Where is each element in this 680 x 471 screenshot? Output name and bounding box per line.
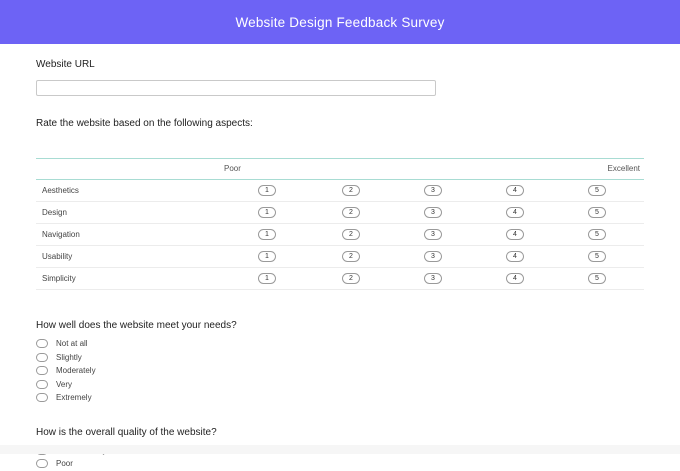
option-label: Moderately: [56, 366, 96, 376]
rating-option-3[interactable]: 3: [424, 251, 442, 262]
rating-matrix-rows: Aesthetics 1 2 3 4 5 Design 1 2 3 4 5 Navigation 1 2 3 4…: [36, 180, 644, 290]
rating-option-5[interactable]: 5: [588, 273, 606, 284]
rating-option-4[interactable]: 4: [506, 273, 524, 284]
rating-option-2[interactable]: 2: [342, 207, 360, 218]
radio-button[interactable]: [36, 339, 48, 349]
rating-matrix: Poor Excellent Aesthetics 1 2 3 4 5 Design 1 2 3 4…: [36, 158, 644, 290]
rating-option-5[interactable]: 5: [588, 229, 606, 240]
rating-option-3[interactable]: 3: [424, 229, 442, 240]
rating-row: Design 1 2 3 4 5: [36, 202, 644, 224]
needs-option[interactable]: Slightly: [36, 351, 644, 365]
rating-row: Usability 1 2 3 4 5: [36, 246, 644, 268]
radio-button[interactable]: [36, 352, 48, 362]
footer-bar: [0, 445, 680, 454]
needs-option[interactable]: Very: [36, 378, 644, 392]
rating-option-3[interactable]: 3: [424, 273, 442, 284]
rating-option-2[interactable]: 2: [342, 229, 360, 240]
quality-option[interactable]: Poor: [36, 457, 644, 471]
rating-option-2[interactable]: 2: [342, 273, 360, 284]
rating-prompt: Rate the website based on the following …: [36, 118, 253, 129]
rating-row: Navigation 1 2 3 4 5: [36, 224, 644, 246]
scale-high-label: Excellent: [607, 164, 640, 173]
rating-option-5[interactable]: 5: [588, 207, 606, 218]
radio-button[interactable]: [36, 459, 48, 469]
option-label: Extremely: [56, 393, 92, 403]
option-label: Not at all: [56, 339, 88, 349]
rating-option-2[interactable]: 2: [342, 251, 360, 262]
rating-row: Aesthetics 1 2 3 4 5: [36, 180, 644, 202]
survey-title: Website Design Feedback Survey: [235, 14, 445, 30]
rating-option-1[interactable]: 1: [258, 251, 276, 262]
needs-options: Not at all Slightly Moderately Very Extremel…: [36, 337, 644, 405]
radio-button[interactable]: [36, 366, 48, 376]
rating-row-label: Navigation: [42, 230, 80, 239]
scale-low-label: Poor: [224, 164, 241, 173]
needs-option[interactable]: Extremely: [36, 391, 644, 405]
survey-form: Website URL Rate the website based on th…: [0, 59, 680, 471]
needs-option[interactable]: Not at all: [36, 337, 644, 351]
rating-row: Simplicity 1 2 3 4 5: [36, 268, 644, 290]
needs-option[interactable]: Moderately: [36, 364, 644, 378]
option-label: Slightly: [56, 352, 82, 362]
rating-option-4[interactable]: 4: [506, 185, 524, 196]
quality-question: How is the overall quality of the websit…: [36, 426, 217, 438]
rating-option-5[interactable]: 5: [588, 185, 606, 196]
rating-option-5[interactable]: 5: [588, 251, 606, 262]
rating-option-4[interactable]: 4: [506, 207, 524, 218]
rating-row-label: Usability: [42, 252, 73, 261]
rating-option-1[interactable]: 1: [258, 185, 276, 196]
option-label: Poor: [56, 459, 73, 469]
rating-option-1[interactable]: 1: [258, 273, 276, 284]
needs-question: How well does the website meet your need…: [36, 320, 237, 331]
rating-option-4[interactable]: 4: [506, 251, 524, 262]
website-url-input[interactable]: [36, 80, 436, 96]
rating-row-label: Aesthetics: [42, 186, 79, 195]
rating-matrix-header: Poor Excellent: [36, 159, 644, 180]
radio-button[interactable]: [36, 379, 48, 389]
rating-option-1[interactable]: 1: [258, 207, 276, 218]
survey-header: Website Design Feedback Survey: [0, 0, 680, 44]
rating-row-label: Design: [42, 208, 67, 217]
rating-row-label: Simplicity: [42, 274, 76, 283]
option-label: Very: [56, 379, 73, 389]
rating-option-1[interactable]: 1: [258, 229, 276, 240]
website-url-label: Website URL: [36, 59, 95, 70]
rating-option-2[interactable]: 2: [342, 185, 360, 196]
rating-option-4[interactable]: 4: [506, 229, 524, 240]
rating-option-3[interactable]: 3: [424, 207, 442, 218]
radio-button[interactable]: [36, 393, 48, 403]
rating-option-3[interactable]: 3: [424, 185, 442, 196]
